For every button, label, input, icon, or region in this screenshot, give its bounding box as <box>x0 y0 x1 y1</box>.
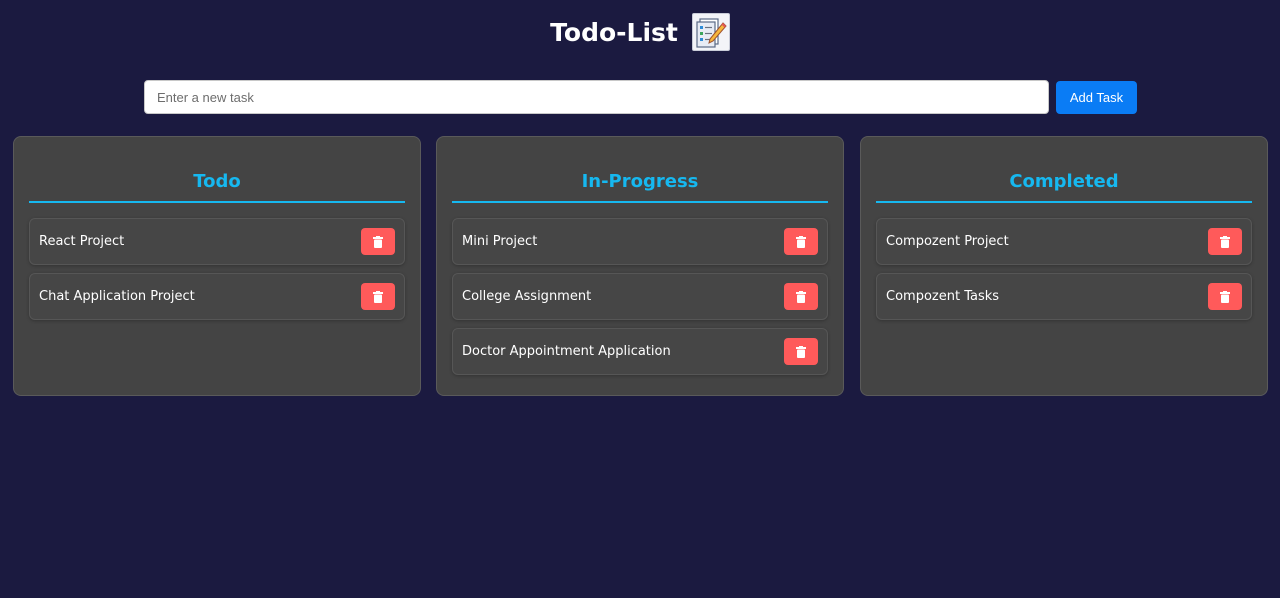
app-header: Todo-List <box>0 13 1280 51</box>
column-todo: Todo React Project Chat Application Proj… <box>13 136 421 396</box>
delete-task-button[interactable] <box>784 338 818 365</box>
column-completed: Completed Compozent Project Compozent Ta… <box>860 136 1268 396</box>
task-list: Mini Project College Assignment Doctor A… <box>452 218 828 375</box>
trash-icon <box>1220 235 1230 248</box>
add-task-button[interactable]: Add Task <box>1056 80 1137 114</box>
delete-task-button[interactable] <box>361 228 395 255</box>
trash-icon <box>373 290 383 303</box>
delete-task-button[interactable] <box>1208 228 1242 255</box>
task-label: Chat Application Project <box>39 289 195 304</box>
page-title: Todo-List <box>550 17 678 47</box>
trash-icon <box>373 235 383 248</box>
trash-icon <box>796 235 806 248</box>
task-item[interactable]: Doctor Appointment Application <box>452 328 828 375</box>
task-item[interactable]: College Assignment <box>452 273 828 320</box>
delete-task-button[interactable] <box>784 283 818 310</box>
delete-task-button[interactable] <box>1208 283 1242 310</box>
column-title: Todo <box>29 171 405 203</box>
column-title: Completed <box>876 171 1252 203</box>
delete-task-button[interactable] <box>784 228 818 255</box>
task-label: Compozent Tasks <box>886 289 1000 304</box>
trash-icon <box>796 290 806 303</box>
notepad-checklist-icon <box>691 13 730 51</box>
task-label: College Assignment <box>462 289 592 304</box>
task-item[interactable]: Compozent Project <box>876 218 1252 265</box>
task-label: Compozent Project <box>886 234 1009 249</box>
task-item[interactable]: Compozent Tasks <box>876 273 1252 320</box>
add-task-form: Add Task <box>144 80 1137 114</box>
task-label: Doctor Appointment Application <box>462 344 671 359</box>
trash-icon <box>1220 290 1230 303</box>
new-task-input[interactable] <box>144 80 1049 114</box>
column-in-progress: In-Progress Mini Project College Assignm… <box>436 136 844 396</box>
column-title: In-Progress <box>452 171 828 203</box>
task-item[interactable]: React Project <box>29 218 405 265</box>
trash-icon <box>796 345 806 358</box>
task-label: Mini Project <box>462 234 538 249</box>
task-list: Compozent Project Compozent Tasks <box>876 218 1252 320</box>
task-item[interactable]: Chat Application Project <box>29 273 405 320</box>
task-item[interactable]: Mini Project <box>452 218 828 265</box>
task-list: React Project Chat Application Project <box>29 218 405 320</box>
delete-task-button[interactable] <box>361 283 395 310</box>
task-label: React Project <box>39 234 125 249</box>
